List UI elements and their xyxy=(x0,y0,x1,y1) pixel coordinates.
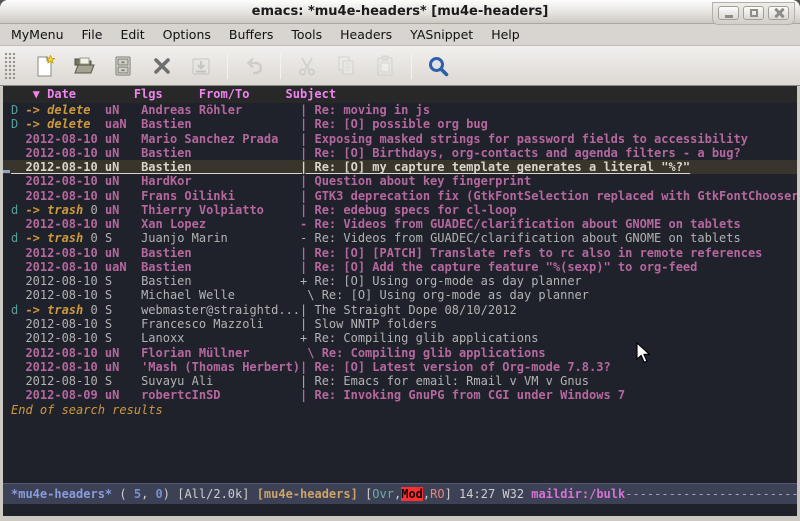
message-row[interactable]: 2012-08-10 uaN Bastien | Re: [O] Add the… xyxy=(3,260,797,274)
modeline-plain: ) [All/2.0k] xyxy=(163,487,257,501)
title-bar: emacs: *mu4e-headers* [mu4e-headers] xyxy=(0,0,800,24)
window-title: emacs: *mu4e-headers* [mu4e-headers] xyxy=(252,4,549,19)
message-row[interactable]: 2012-08-10 S Francesco Mazzoli | Slow NN… xyxy=(3,317,797,331)
toolbar-separator xyxy=(280,53,281,79)
toolbar-separator xyxy=(227,53,228,79)
menu-tools[interactable]: Tools xyxy=(282,25,331,44)
message-row[interactable]: 2012-08-10 S Bastien + Re: [O] Using org… xyxy=(3,274,797,288)
message-row[interactable]: D -> delete uN Andreas Röhler | Re: movi… xyxy=(3,103,797,117)
toolbar-separator xyxy=(411,53,412,79)
menu-headers[interactable]: Headers xyxy=(331,25,401,44)
message-row[interactable]: 2012-08-10 S Lanoxx + Re: Compiling glib… xyxy=(3,331,797,345)
open-file-icon[interactable] xyxy=(71,53,97,79)
message-row[interactable]: 2012-08-10 uN Frans Oilinki | GTK3 depre… xyxy=(3,189,797,203)
minimize-icon xyxy=(725,15,733,18)
message-row[interactable]: 2012-08-10 uN HardKor | Question about k… xyxy=(3,174,797,188)
message-row[interactable]: 2012-08-10 uN Bastien | Re: [O] [PATCH] … xyxy=(3,246,797,260)
modeline-mode: [mu4e-headers] xyxy=(257,487,358,501)
message-row[interactable]: 2012-08-10 uN Bastien | Re: [O] my captu… xyxy=(3,160,797,174)
close-icon xyxy=(774,8,784,18)
message-row[interactable]: 2012-08-10 S Suvayu Ali | Re: Emacs for … xyxy=(3,374,797,388)
message-row[interactable]: d -> trash 0 S webmaster@straightd...| T… xyxy=(3,303,797,317)
cut-icon[interactable] xyxy=(294,53,320,79)
close-buffer-icon[interactable] xyxy=(149,53,175,79)
buffer-area: ▼ Date Flgs From/To Subject D -> delete … xyxy=(3,86,797,516)
modeline-num: 0 xyxy=(156,487,163,501)
menu-options[interactable]: Options xyxy=(154,25,220,44)
menu-bar: MyMenuFileEditOptionsBuffersToolsHeaders… xyxy=(0,24,800,46)
new-file-icon[interactable] xyxy=(32,53,58,79)
modeline-plain: ( xyxy=(112,487,134,501)
modeline-plain: ] 14:27 W32 xyxy=(445,487,532,501)
modeline-ro: RO xyxy=(430,487,444,501)
end-of-results: End of search results xyxy=(3,403,797,418)
copy-icon[interactable] xyxy=(333,53,359,79)
mouse-cursor xyxy=(636,342,652,364)
message-row[interactable]: 2012-08-10 uN Bastien | Re: [O] Birthday… xyxy=(3,146,797,160)
close-button[interactable] xyxy=(768,6,789,20)
menu-file[interactable]: File xyxy=(73,25,112,44)
menu-edit[interactable]: Edit xyxy=(111,25,153,44)
dired-icon[interactable] xyxy=(110,53,136,79)
message-row[interactable]: 2012-08-10 uN Xan Lopez - Re: Videos fro… xyxy=(3,217,797,231)
menu-yasnippet[interactable]: YASnippet xyxy=(401,25,482,44)
modeline-maildir: maildir:/bulk xyxy=(531,487,625,501)
message-row[interactable]: d -> trash 0 S Juanjo Marin - Re: Videos… xyxy=(3,231,797,245)
modeline-mod: Mod xyxy=(401,487,423,501)
modeline-buffer: *mu4e-headers* xyxy=(11,487,112,501)
modeline-plain: , xyxy=(141,487,155,501)
message-row[interactable]: 2012-08-10 uN Mario Sanchez Prada | Expo… xyxy=(3,132,797,146)
emacs-window: emacs: *mu4e-headers* [mu4e-headers] MyM… xyxy=(0,0,800,521)
empty-buffer-space xyxy=(3,418,797,483)
message-row[interactable]: d -> trash 0 uN Thierry Volpiatto | Re: … xyxy=(3,203,797,217)
minimize-button[interactable] xyxy=(718,6,739,20)
message-row[interactable]: 2012-08-10 uN 'Mash (Thomas Herbert)| Re… xyxy=(3,360,797,374)
undo-icon[interactable] xyxy=(241,53,267,79)
message-row[interactable]: 2012-08-10 S Michael Welle \ Re: [O] Usi… xyxy=(3,288,797,302)
modeline-dashes: ------------------------ xyxy=(625,487,797,501)
modeline-num: 5 xyxy=(134,487,141,501)
maximize-icon xyxy=(750,9,758,17)
message-row[interactable]: 2012-08-10 uN Florian Müllner \ Re: Comp… xyxy=(3,346,797,360)
search-icon[interactable] xyxy=(425,53,451,79)
modeline-plain: [ xyxy=(358,487,372,501)
paste-icon[interactable] xyxy=(372,53,398,79)
fringe-indicator-icon xyxy=(3,170,10,173)
message-row[interactable]: D -> delete uaN Bastien | Re: [O] possib… xyxy=(3,117,797,131)
toolbar-grip-icon[interactable] xyxy=(4,52,15,80)
mode-line: *mu4e-headers* ( 5, 0) [All/2.0k] [mu4e-… xyxy=(3,483,797,504)
message-row[interactable]: 2012-08-09 uN robertcInSD | Re: Invoking… xyxy=(3,388,797,402)
modeline-ovr: Ovr xyxy=(372,487,394,501)
save-buffer-icon[interactable] xyxy=(188,53,214,79)
menu-help[interactable]: Help xyxy=(482,25,529,44)
header-line[interactable]: ▼ Date Flgs From/To Subject xyxy=(3,86,797,103)
toolbar xyxy=(0,46,800,86)
message-list: D -> delete uN Andreas Röhler | Re: movi… xyxy=(3,103,797,403)
echo-area[interactable] xyxy=(3,504,797,516)
menu-buffers[interactable]: Buffers xyxy=(220,25,282,44)
menu-mymenu[interactable]: MyMenu xyxy=(2,25,73,44)
maximize-button[interactable] xyxy=(743,6,764,20)
window-controls xyxy=(712,2,795,25)
